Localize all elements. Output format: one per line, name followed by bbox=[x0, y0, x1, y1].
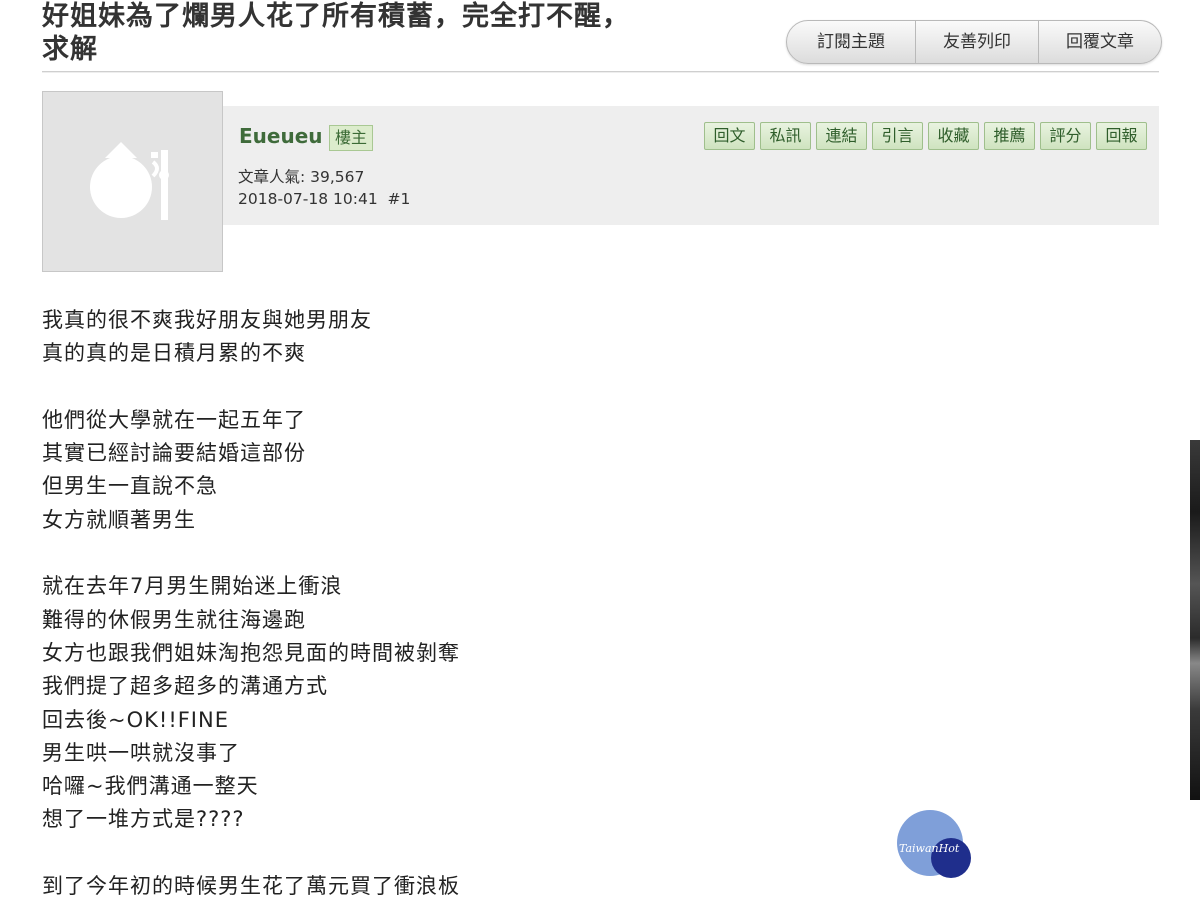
post-floor-number[interactable]: #1 bbox=[388, 190, 411, 208]
post-meta: 文章人氣: 39,567 2018-07-18 10:41 #1 bbox=[238, 166, 410, 210]
thread-title: 好姐妹為了爛男人花了所有積蓄，完全打不醒， 求解 bbox=[42, 0, 742, 66]
post-body-line: 哈囉~我們溝通一整天 bbox=[42, 774, 259, 799]
link-button[interactable]: 連結 bbox=[816, 122, 867, 150]
private-message-button[interactable]: 私訊 bbox=[760, 122, 811, 150]
post-body-line: 想了一堆方式是???? bbox=[42, 807, 245, 832]
article-popularity: 文章人氣: 39,567 bbox=[238, 168, 365, 186]
side-image-fragment bbox=[1190, 440, 1200, 800]
post-body-line: 其實已經討論要結婚這部份 bbox=[42, 441, 306, 466]
taiwanhot-logo-icon: TaiwanHot bbox=[897, 810, 971, 878]
post-body-line: 真的真的是日積月累的不爽 bbox=[42, 341, 306, 366]
default-avatar-icon bbox=[90, 142, 169, 220]
rate-button[interactable]: 評分 bbox=[1040, 122, 1091, 150]
post-body-line bbox=[42, 537, 802, 570]
quote-button[interactable]: 引言 bbox=[872, 122, 923, 150]
print-friendly-button[interactable]: 友善列印 bbox=[915, 21, 1038, 63]
post-body-line: 我真的很不爽我好朋友與她男朋友 bbox=[42, 308, 372, 332]
thread-action-group: 訂閱主題 友善列印 回覆文章 bbox=[786, 20, 1162, 64]
post-timestamp-row: 2018-07-18 10:41 #1 bbox=[238, 188, 410, 210]
post-body-line: 難得的休假男生就往海邊跑 bbox=[42, 607, 306, 632]
avatar[interactable] bbox=[42, 91, 223, 272]
thread-title-line-2: 求解 bbox=[42, 34, 98, 65]
thread-title-line-1: 好姐妹為了爛男人花了所有積蓄，完全打不醒， bbox=[42, 1, 630, 32]
post-body-line: 到了今年初的時候男生花了萬元買了衝浪板 bbox=[42, 874, 460, 899]
post-body-line: 就在去年7月男生開始迷上衝浪 bbox=[42, 574, 343, 599]
watermark-text: TaiwanHot bbox=[899, 842, 960, 855]
post-body: 我真的很不爽我好朋友與她男朋友 真的真的是日積月累的不爽 他們從大學就在一起五年… bbox=[42, 304, 802, 903]
author-name[interactable]: Eueueu bbox=[239, 124, 323, 148]
title-divider bbox=[42, 71, 1159, 73]
post-body-line: 我們提了超多超多的溝通方式 bbox=[42, 674, 328, 699]
author-info-bar: Eueueu 樓主 文章人氣: 39,567 2018-07-18 10:41 … bbox=[223, 106, 1159, 225]
favorite-button[interactable]: 收藏 bbox=[928, 122, 979, 150]
post-body-line bbox=[42, 371, 802, 404]
post-body-line: 女方就順著男生 bbox=[42, 507, 196, 532]
subscribe-thread-button[interactable]: 訂閱主題 bbox=[787, 21, 915, 63]
post-action-toolbar: 回文 私訊 連結 引言 收藏 推薦 評分 回報 bbox=[704, 122, 1147, 150]
post-body-line: 回去後~OK!!FINE bbox=[42, 707, 229, 732]
post-timestamp: 2018-07-18 10:41 bbox=[238, 190, 378, 208]
reply-button[interactable]: 回文 bbox=[704, 122, 755, 150]
report-button[interactable]: 回報 bbox=[1096, 122, 1147, 150]
post-body-line: 女方也跟我們姐妹淘抱怨見面的時間被剝奪 bbox=[42, 640, 460, 665]
op-badge: 樓主 bbox=[329, 125, 374, 151]
forum-thread-page: 好姐妹為了爛男人花了所有積蓄，完全打不醒， 求解 訂閱主題 友善列印 回覆文章 … bbox=[0, 0, 1200, 902]
reply-post-button[interactable]: 回覆文章 bbox=[1038, 21, 1161, 63]
post-body-line: 他們從大學就在一起五年了 bbox=[42, 407, 306, 432]
post-body-line: 但男生一直說不急 bbox=[42, 474, 218, 499]
post-body-line bbox=[42, 837, 802, 870]
recommend-button[interactable]: 推薦 bbox=[984, 122, 1035, 150]
taiwanhot-watermark: TaiwanHot bbox=[896, 810, 976, 880]
post-body-line: 男生哄一哄就沒事了 bbox=[42, 740, 240, 765]
